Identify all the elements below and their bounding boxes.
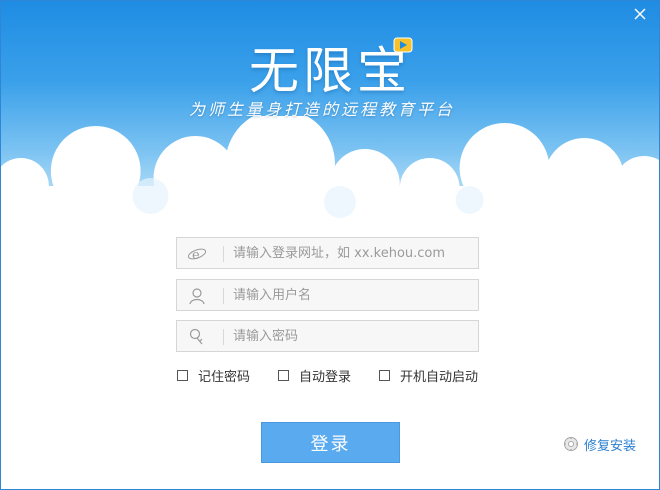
cloud-decoration	[1, 116, 659, 226]
logo: 无限宝	[1, 31, 659, 103]
auto-login-option[interactable]: 自动登录	[278, 366, 351, 385]
slogan: 为师生量身打造的远程教育平台	[189, 100, 456, 119]
auto-start-checkbox[interactable]	[379, 369, 390, 381]
server-field[interactable]: e	[176, 237, 479, 269]
field-separator	[223, 288, 224, 304]
gear-icon	[564, 437, 578, 451]
username-field[interactable]	[176, 279, 479, 311]
auto-login-checkbox[interactable]	[278, 369, 289, 381]
remember-password-option[interactable]: 记住密码	[177, 366, 250, 385]
username-input[interactable]	[233, 280, 473, 310]
field-separator	[223, 246, 224, 262]
field-separator	[223, 329, 224, 345]
play-badge-icon	[393, 37, 413, 53]
close-icon	[634, 8, 646, 20]
repair-install-link[interactable]: 修复安装	[563, 435, 636, 454]
remember-password-checkbox[interactable]	[177, 369, 188, 381]
svg-text:e: e	[192, 248, 200, 263]
server-input[interactable]	[233, 238, 473, 268]
login-button[interactable]: 登录	[261, 422, 400, 463]
login-window: 无限宝 为师生量身打造的远程教育平台 e 请输入登录网址，如 xx.kehou.…	[0, 0, 660, 490]
password-input[interactable]	[233, 321, 473, 351]
key-icon	[189, 328, 203, 345]
ie-icon: e	[187, 248, 207, 263]
login-options: 记住密码 自动登录 开机自动启动	[177, 366, 497, 385]
auto-start-option[interactable]: 开机自动启动	[379, 366, 478, 385]
password-field[interactable]	[176, 320, 479, 352]
app-title: 无限宝	[249, 31, 413, 103]
user-icon	[189, 288, 205, 305]
close-button[interactable]	[631, 7, 649, 25]
